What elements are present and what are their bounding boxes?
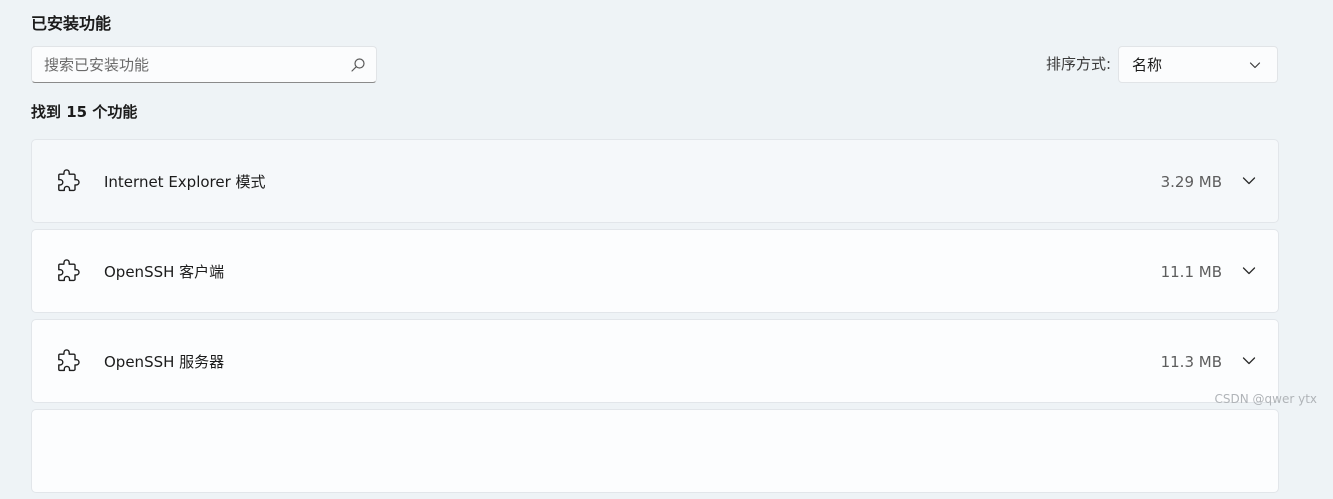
watermark: CSDN @qwer ytx bbox=[1214, 392, 1318, 406]
sort-label: 排序方式: bbox=[1045, 55, 1111, 73]
feature-name: OpenSSH 客户端 bbox=[104, 263, 225, 281]
section-title: 已安装功能 bbox=[31, 14, 112, 33]
search-icon[interactable] bbox=[350, 57, 366, 73]
search-input[interactable] bbox=[32, 47, 344, 82]
chevron-down-icon[interactable] bbox=[1242, 356, 1256, 366]
chevron-down-icon bbox=[1249, 62, 1261, 69]
puzzle-icon bbox=[58, 349, 80, 372]
feature-name: Internet Explorer 模式 bbox=[104, 173, 266, 191]
sort-dropdown[interactable]: 名称 bbox=[1118, 46, 1278, 83]
search-box[interactable] bbox=[31, 46, 377, 83]
found-count: 找到 15 个功能 bbox=[31, 103, 138, 121]
feature-item[interactable]: OpenSSH 客户端 11.1 MB bbox=[31, 229, 1279, 313]
feature-item[interactable] bbox=[31, 409, 1279, 493]
chevron-down-icon[interactable] bbox=[1242, 266, 1256, 276]
feature-name: OpenSSH 服务器 bbox=[104, 353, 225, 371]
sort-selected-value: 名称 bbox=[1132, 56, 1163, 74]
feature-item[interactable]: Internet Explorer 模式 3.29 MB bbox=[31, 139, 1279, 223]
puzzle-icon bbox=[58, 169, 80, 192]
feature-size: 11.3 MB bbox=[1160, 353, 1222, 371]
feature-size: 3.29 MB bbox=[1160, 173, 1222, 191]
feature-item[interactable]: OpenSSH 服务器 11.3 MB bbox=[31, 319, 1279, 403]
feature-list: Internet Explorer 模式 3.29 MB OpenSSH 客户端… bbox=[31, 139, 1279, 499]
feature-size: 11.1 MB bbox=[1160, 263, 1222, 281]
chevron-down-icon[interactable] bbox=[1242, 176, 1256, 186]
puzzle-icon bbox=[58, 259, 80, 282]
